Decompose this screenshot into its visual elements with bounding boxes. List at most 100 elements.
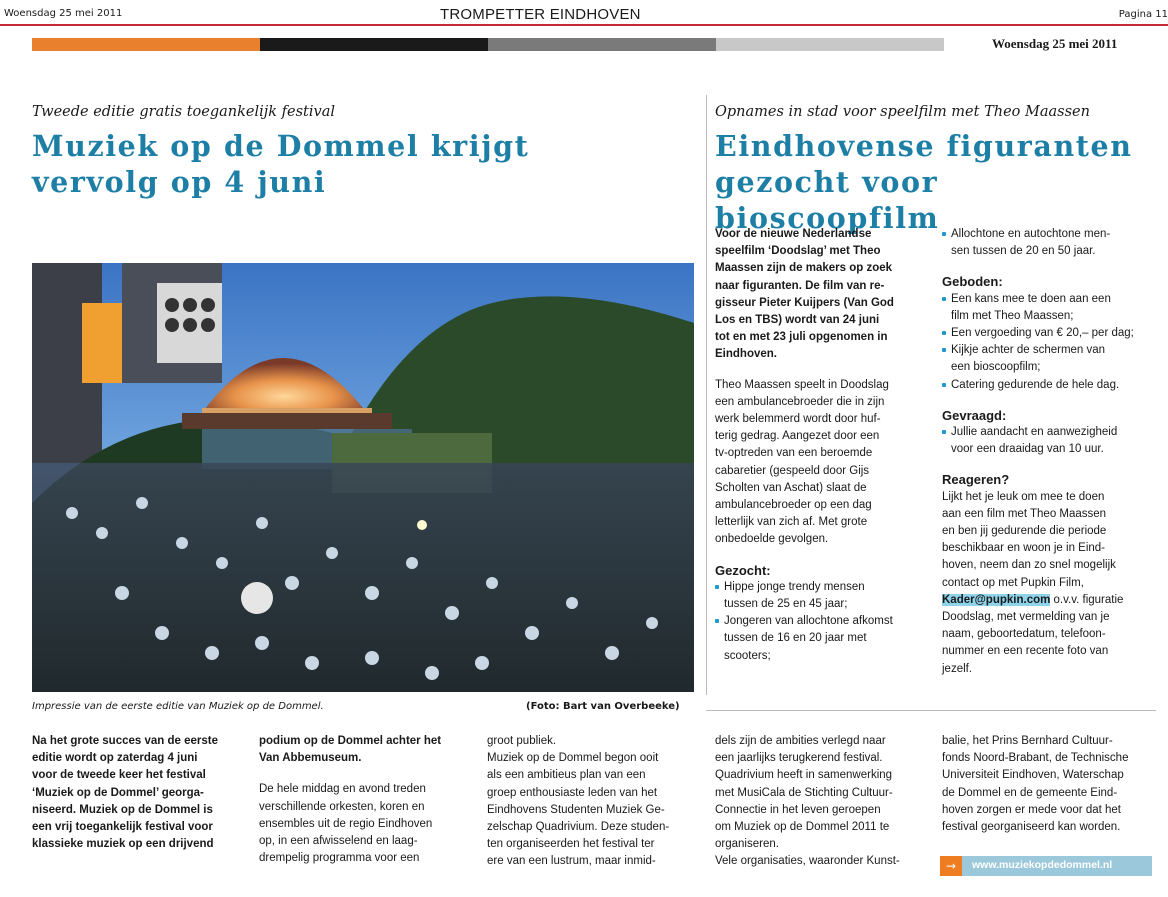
text-line: Kijkje achter de schermen van <box>951 344 1106 357</box>
text-line: Eindhovens Studenten Muziek Ge- <box>487 803 665 816</box>
text-line: een vrij toegankelijk festival voor <box>32 821 213 834</box>
text-line: aan een film met Theo Maassen <box>942 507 1107 520</box>
text-line: editie wordt op zaterdag 4 juni <box>32 752 198 765</box>
text-line: terig gedrag. Aangezet door een <box>715 430 880 443</box>
section-heading: Reageren? <box>942 472 1010 488</box>
text-line: hoven zorgen er mede voor dat het <box>942 803 1122 816</box>
text-line: ensembles uit de regio Eindhoven <box>259 817 433 830</box>
text-line: Muziek op de Dommel begon ooit <box>487 752 659 765</box>
color-bar-grey <box>488 38 716 51</box>
section-heading: Gezocht: <box>715 562 771 578</box>
text-line: naam, geboortedatum, telefoon- <box>942 628 1106 641</box>
left-col2: podium op de Dommel achter het Van Abbem… <box>259 733 471 867</box>
text-line: klassieke muziek op een drijvend <box>32 838 214 851</box>
text-line: zelschap Quadrivium. Deze studen- <box>487 821 670 834</box>
header-date: Woensdag 25 mei 2011 <box>4 8 123 19</box>
list-item: Een kans mee te doen aan een film met Th… <box>942 291 1154 325</box>
right-kicker: Opnames in stad voor speelfilm met Theo … <box>715 104 1090 120</box>
text-line: beschikbaar en woon je in Eind- <box>942 542 1106 555</box>
list-item: Kijkje achter de schermen van een biosco… <box>942 342 1154 376</box>
list-item: Jullie aandacht en aanwezigheid voor een… <box>942 424 1154 458</box>
text-line: tot en met 23 juli opgenomen in <box>715 331 888 344</box>
header-divider <box>0 24 1168 26</box>
text-line: Universiteit Eindhoven, Waterschap <box>942 769 1124 782</box>
text-line: als een ambitieus plan van een <box>487 769 646 782</box>
text-line: om Muziek op de Dommel 2011 te <box>715 821 890 834</box>
text-line: ten organiseerden het festival ter <box>487 838 655 851</box>
left-headline-line2: vervolg op 4 juni <box>32 165 327 199</box>
text-line: organiseren. <box>715 838 779 851</box>
text-line: podium op de Dommel achter het <box>259 735 442 747</box>
text-line: Maassen zijn de makers op zoek <box>715 262 893 275</box>
text-line: tussen de 16 en 20 jaar met <box>724 632 867 645</box>
text-line: Catering gedurende de hele dag. <box>951 378 1120 391</box>
color-bar-dark <box>260 38 488 51</box>
arrow-right-icon: → <box>940 856 962 876</box>
website-url[interactable]: www.muziekopdedommel.nl <box>972 859 1112 871</box>
text-line: ‘Muziek op de Dommel’ georga- <box>32 786 204 799</box>
text-segment: o.v.v. figuratie <box>1050 593 1124 606</box>
text-line: voor de tweede keer het festival <box>32 769 206 782</box>
text-line: balie, het Prins Bernhard Cultuur- <box>942 735 1113 747</box>
text-line: jezelf. <box>942 662 973 675</box>
text-line: verschillende orkesten, koren en <box>259 800 425 813</box>
email-link[interactable]: Kader@pupkin.com <box>942 593 1051 606</box>
right-headline: Eindhovense figuranten gezocht voor bios… <box>715 128 1168 236</box>
text-line: tussen de 25 en 45 jaar; <box>724 598 848 611</box>
text-line: Quadrivium heeft in samenwerking <box>715 769 893 782</box>
text-line: Lijkt het je leuk om mee te doen <box>942 490 1105 503</box>
left-col1: Na het grote succes van de eerste editie… <box>32 733 240 853</box>
section-heading: Gevraagd: <box>942 407 1007 423</box>
list-item: Jongeren van allochtone afkomst tussen d… <box>715 613 920 665</box>
text-line: een ambulancebroeder die in zijn <box>715 395 885 408</box>
right-headline-line1: Eindhovense figuranten <box>715 129 1133 163</box>
text-line: Allochtone en autochtone men- <box>951 228 1111 240</box>
text-line: Hippe jonge trendy mensen <box>724 580 865 593</box>
left-kicker: Tweede editie gratis toegankelijk festiv… <box>32 104 335 120</box>
article-divider <box>706 710 1156 711</box>
list-item: Een vergoeding van € 20,– per dag; <box>942 325 1154 342</box>
text-line: Voor de nieuwe Nederlandse <box>715 228 872 240</box>
newspaper-title: TROMPETTER EINDHOVEN <box>440 6 641 23</box>
text-line: scooters; <box>724 649 771 662</box>
text-line: ere van een lustrum, maar inmid- <box>487 855 656 868</box>
right-col1: Voor de nieuwe Nederlandse speelfilm ‘Do… <box>715 226 920 665</box>
text-line: Na het grote succes van de eerste <box>32 735 218 747</box>
text-line: cabaretier (gespeeld door Gijs <box>715 464 870 477</box>
text-line: Los en TBS) wordt van 24 juni <box>715 314 880 327</box>
left-col5: balie, het Prins Bernhard Cultuur- fonds… <box>942 733 1154 836</box>
left-headline-line1: Muziek op de Dommel krijgt <box>32 129 530 163</box>
text-line: Van Abbemuseum. <box>259 752 362 765</box>
text-line: met MusiCala de Stichting Cultuur- <box>715 786 893 799</box>
text-line: speelfilm ‘Doodslag’ met Theo <box>715 245 881 258</box>
text-line: werk belemmerd wordt door huf- <box>715 413 881 426</box>
text-line: Een vergoeding van € 20,– per dag; <box>951 327 1134 340</box>
left-headline: Muziek op de Dommel krijgt vervolg op 4 … <box>32 128 529 200</box>
text-line: Vele organisaties, waaronder Kunst- <box>715 855 900 868</box>
text-line: op, in een afwisselend en laag- <box>259 835 418 848</box>
text-line: onbedoelde gevolgen. <box>715 533 829 546</box>
text-line: Theo Maassen speelt in Doodslag <box>715 378 889 391</box>
photo-caption: Impressie van de eerste editie van Muzie… <box>32 701 324 712</box>
text-line: Eindhoven. <box>715 348 777 361</box>
page-number: Pagina 11 <box>1118 9 1168 20</box>
text-line: groot publiek. <box>487 735 557 747</box>
text-line: festival georganiseerd kan worden. <box>942 821 1121 834</box>
right-col2: Allochtone en autochtone men- sen tussen… <box>942 226 1154 678</box>
color-bar-orange <box>32 38 260 51</box>
text-line: niseerd. Muziek op de Dommel is <box>32 803 213 816</box>
list-item: Catering gedurende de hele dag. <box>942 377 1154 394</box>
text-line: een jaarlijks terugkerend festival. <box>715 752 883 765</box>
text-line: drempelig programma voor een <box>259 852 420 865</box>
photo-credit: (Foto: Bart van Overbeeke) <box>526 701 680 712</box>
text-line: letterlijk van zich af. Met grote <box>715 516 868 529</box>
text-line: Scholten van Aschat) slaat de <box>715 481 867 494</box>
left-col4: dels zijn de ambities verlegd naar een j… <box>715 733 923 871</box>
text-line: contact op met Pupkin Film, <box>942 576 1084 589</box>
section-heading: Geboden: <box>942 274 1003 290</box>
festival-photo <box>32 263 694 692</box>
text-line: Doodslag, met vermelding van je <box>942 611 1110 624</box>
text-line: Kader@pupkin.com o.v.v. figuratie <box>942 592 1154 609</box>
text-line: een bioscoopfilm; <box>951 361 1041 374</box>
column-divider <box>706 95 707 695</box>
